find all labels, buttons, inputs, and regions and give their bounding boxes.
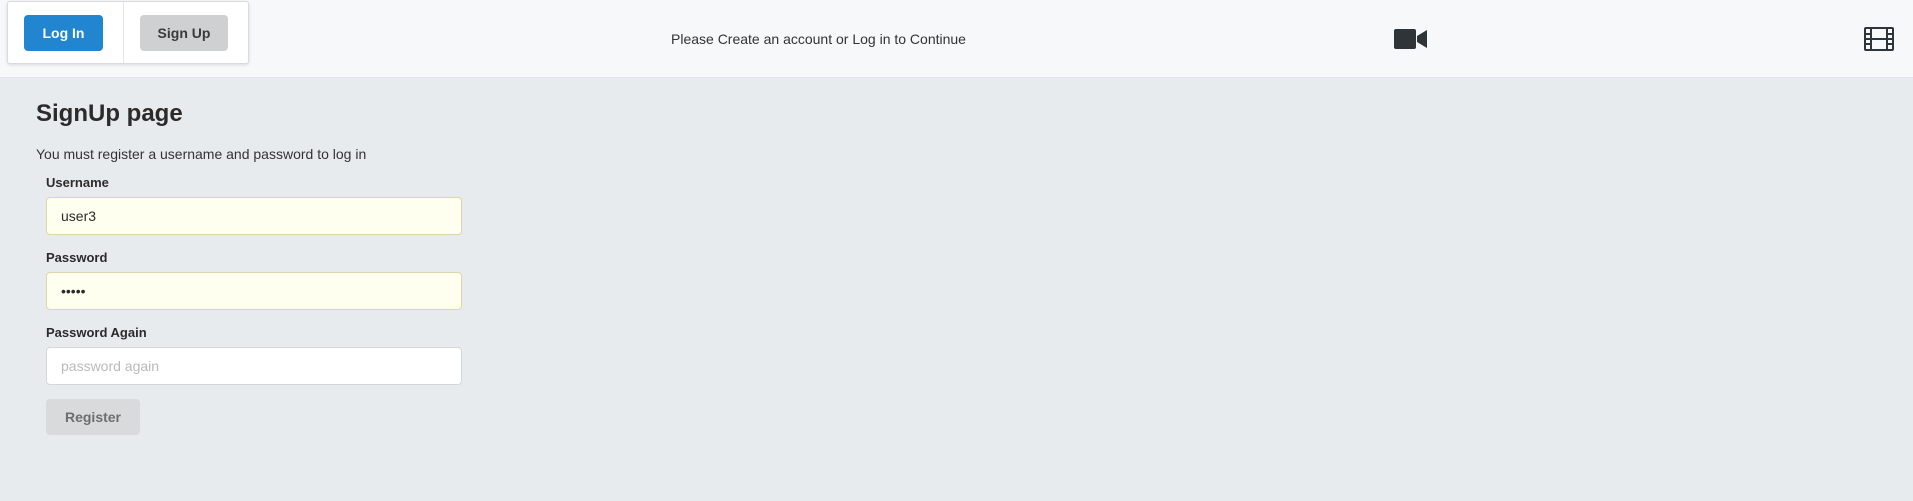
password-again-label: Password Again [46, 325, 147, 340]
auth-divider [123, 2, 124, 63]
top-bar: Log In Sign Up Please Create an account … [0, 0, 1913, 78]
username-label: Username [46, 175, 109, 190]
auth-button-group: Log In Sign Up [7, 1, 249, 64]
password-again-input[interactable] [46, 347, 462, 385]
password-input[interactable] [46, 272, 462, 310]
page-title: SignUp page [36, 100, 183, 127]
register-button[interactable]: Register [46, 399, 140, 435]
signup-page: SignUp page You must register a username… [0, 78, 1913, 501]
password-label: Password [46, 250, 108, 265]
video-camera-icon[interactable] [1394, 28, 1428, 50]
login-notice: Please Create an account or Log in to Co… [671, 31, 966, 47]
username-input[interactable] [46, 197, 462, 235]
signup-button[interactable]: Sign Up [140, 15, 228, 51]
login-button[interactable]: Log In [24, 15, 103, 51]
page-description: You must register a username and passwor… [36, 146, 367, 162]
film-icon[interactable] [1864, 27, 1894, 51]
